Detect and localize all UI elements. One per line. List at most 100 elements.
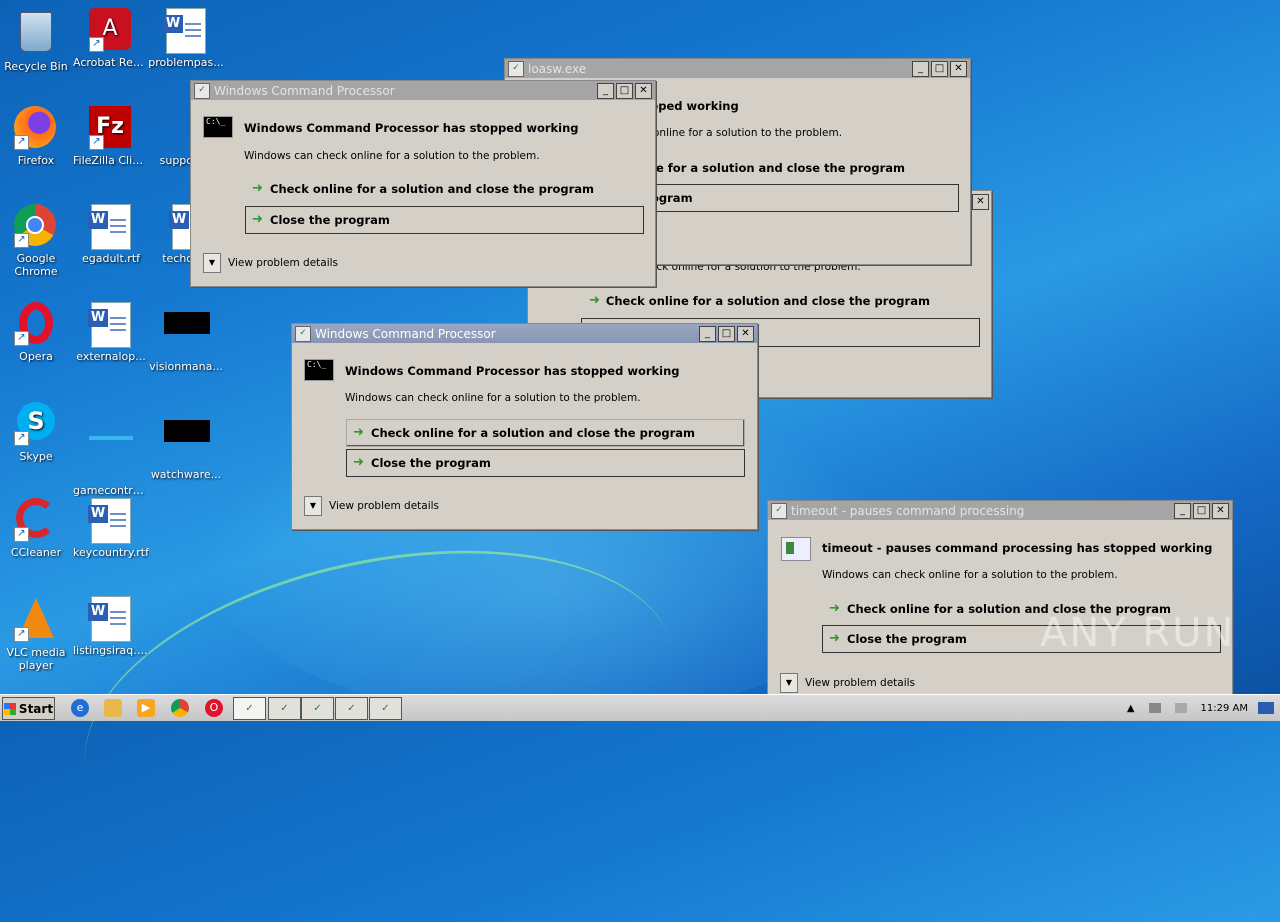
filezilla-logo-icon: Fz ↗ xyxy=(89,106,133,150)
windows-logo-icon xyxy=(3,702,16,715)
green-arrow-icon: ➜ xyxy=(353,455,364,470)
system-tray: ▲ 11:29 AM xyxy=(1127,695,1280,721)
opera-icon[interactable]: ↗ Opera xyxy=(0,302,74,363)
view-problem-details[interactable]: ▼ View problem details xyxy=(304,496,439,516)
media-player-icon[interactable]: ▶ xyxy=(137,699,155,717)
chrome-logo-icon: ↗ xyxy=(14,204,58,248)
taskbar-button-wcp-2[interactable]: ✓ xyxy=(268,697,301,720)
recycle-bin-icon[interactable]: Recycle Bin xyxy=(0,8,74,73)
word-doc-icon xyxy=(88,204,133,250)
network-icon[interactable] xyxy=(1148,703,1161,713)
opera-logo-icon: ↗ xyxy=(14,302,58,346)
trash-icon xyxy=(14,12,58,56)
check-online-option[interactable]: ➜ Check online for a solution and close … xyxy=(246,176,594,202)
app-icon: ✓ xyxy=(194,82,210,99)
green-arrow-icon: ➜ xyxy=(353,425,364,440)
app-icon: ✓ xyxy=(295,325,311,342)
wcp-error-dialog-1[interactable]: ✓ Windows Command Processor _ □ ✕ C:\_ W… xyxy=(190,80,656,287)
show-desktop-icon[interactable] xyxy=(1258,702,1274,714)
internet-explorer-icon[interactable]: e xyxy=(71,699,89,717)
ccleaner-icon[interactable]: ↗ CCleaner xyxy=(0,498,74,559)
minimize-icon[interactable]: _ xyxy=(1174,502,1191,519)
chrome-icon[interactable] xyxy=(171,699,189,717)
skype-icon[interactable]: S ↗ Skype xyxy=(0,400,74,463)
word-doc-icon xyxy=(88,596,133,642)
clock[interactable]: 11:29 AM xyxy=(1201,703,1248,714)
dialog-heading: timeout - pauses command processing has … xyxy=(822,541,1213,555)
taskbar-button-loasw[interactable]: ✓ xyxy=(301,697,334,720)
close-program-option[interactable]: ➜ Close the program xyxy=(346,449,745,477)
minimize-icon[interactable]: _ xyxy=(699,325,716,342)
timeout-error-dialog[interactable]: ✓ timeout - pauses command processing _ … xyxy=(767,500,1233,704)
close-icon[interactable]: ✕ xyxy=(972,194,989,210)
close-icon[interactable]: ✕ xyxy=(950,60,967,77)
folder-icon[interactable] xyxy=(104,699,122,717)
word-doc-icon xyxy=(163,8,208,54)
maximize-icon[interactable]: □ xyxy=(718,325,735,342)
visionmana-file-icon[interactable]: visionmana... xyxy=(148,302,224,373)
skype-logo-icon: S ↗ xyxy=(14,402,58,446)
anyrun-watermark: ANY RUN xyxy=(1040,610,1236,656)
dialog-heading: pped working xyxy=(650,99,739,113)
close-icon[interactable]: ✕ xyxy=(737,325,754,342)
cmd-icon: C:\_ xyxy=(203,116,233,138)
title-bar[interactable]: ✓ Windows Command Processor _ □ ✕ xyxy=(292,324,757,343)
check-online-option[interactable]: ➜ Check online for a solution and close … xyxy=(346,419,745,447)
taskbar-button-timeout[interactable]: ✓ xyxy=(335,697,368,720)
chevron-down-icon: ▼ xyxy=(780,673,798,693)
acrobat-reader-icon[interactable]: A↗ Acrobat Reader DC xyxy=(73,8,149,69)
close-icon[interactable]: ✕ xyxy=(635,82,652,99)
start-button[interactable]: Start xyxy=(2,697,55,720)
chevron-down-icon: ▼ xyxy=(304,496,322,516)
wcp-error-dialog-2[interactable]: ✓ Windows Command Processor _ □ ✕ C:\_ W… xyxy=(291,323,758,530)
gamecontra-file-icon[interactable]: gamecontra... xyxy=(73,400,149,497)
listingsiraq-rtf-icon[interactable]: listingsiraq.rtf xyxy=(73,596,149,657)
green-arrow-icon: ➜ xyxy=(829,631,840,646)
maximize-icon[interactable]: □ xyxy=(931,60,948,77)
check-online-option[interactable]: e for a solution and close the program xyxy=(656,155,905,181)
close-program-option[interactable]: ogram xyxy=(646,184,959,212)
dialog-subtitle: Windows can check online for a solution … xyxy=(345,392,641,404)
vlc-media-player-icon[interactable]: ↗ VLC media player xyxy=(0,596,74,672)
word-doc-icon xyxy=(88,498,133,544)
maximize-icon[interactable]: □ xyxy=(616,82,633,99)
dialog-heading: Windows Command Processor has stopped wo… xyxy=(345,364,680,378)
ccleaner-logo-icon: ↗ xyxy=(14,498,58,542)
check-online-option[interactable]: ➜ Check online for a solution and close … xyxy=(583,288,930,314)
green-arrow-icon: ➜ xyxy=(829,601,840,616)
word-doc-icon xyxy=(88,302,133,348)
vlc-cone-icon: ↗ xyxy=(14,598,58,642)
black-file-icon xyxy=(164,312,210,356)
view-problem-details[interactable]: ▼ View problem details xyxy=(780,673,915,693)
app-icon: ✓ xyxy=(508,60,524,77)
watchware-file-icon[interactable]: watchware... xyxy=(148,400,224,481)
close-icon[interactable]: ✕ xyxy=(1212,502,1229,519)
firefox-logo-icon: ↗ xyxy=(14,106,58,150)
problempas-file-icon[interactable]: problempas... xyxy=(148,8,224,69)
keycountry-rtf-icon[interactable]: keycountry.rtf xyxy=(73,498,149,559)
firefox-icon[interactable]: ↗ Firefox xyxy=(0,106,74,167)
filezilla-icon[interactable]: Fz ↗ FileZilla Client xyxy=(73,106,149,167)
title-bar[interactable]: ✓ loasw.exe _ □ ✕ xyxy=(505,59,970,78)
google-chrome-icon[interactable]: ↗ Google Chrome xyxy=(0,204,74,278)
volume-icon[interactable] xyxy=(1174,703,1187,713)
maximize-icon[interactable]: □ xyxy=(1193,502,1210,519)
title-bar[interactable]: ✓ Windows Command Processor _ □ ✕ xyxy=(191,81,655,100)
green-arrow-icon: ➜ xyxy=(252,181,263,196)
externalop-file-icon[interactable]: externalop... xyxy=(73,302,149,363)
green-arrow-icon: ➜ xyxy=(589,293,600,308)
chevron-up-icon[interactable]: ▲ xyxy=(1127,703,1135,714)
blank-file-icon xyxy=(89,436,133,480)
close-program-option[interactable]: ➜ Close the program xyxy=(245,206,644,234)
egadult-rtf-icon[interactable]: egadult.rtf xyxy=(73,204,149,265)
taskbar-button-wcp-1[interactable]: ✓ xyxy=(233,697,266,720)
app-window-icon xyxy=(781,537,811,561)
taskbar-button-error[interactable]: ✓ xyxy=(369,697,402,720)
minimize-icon[interactable]: _ xyxy=(912,60,929,77)
opera-icon[interactable]: O xyxy=(205,699,223,717)
taskbar: Start e ▶ O ✓ ✓ ✓ ✓ ✓ ▲ 11:29 AM xyxy=(0,694,1280,721)
minimize-icon[interactable]: _ xyxy=(597,82,614,99)
view-problem-details[interactable]: ▼ View problem details xyxy=(203,253,338,273)
title-bar[interactable]: ✓ timeout - pauses command processing _ … xyxy=(768,501,1232,520)
chevron-down-icon: ▼ xyxy=(203,253,221,273)
